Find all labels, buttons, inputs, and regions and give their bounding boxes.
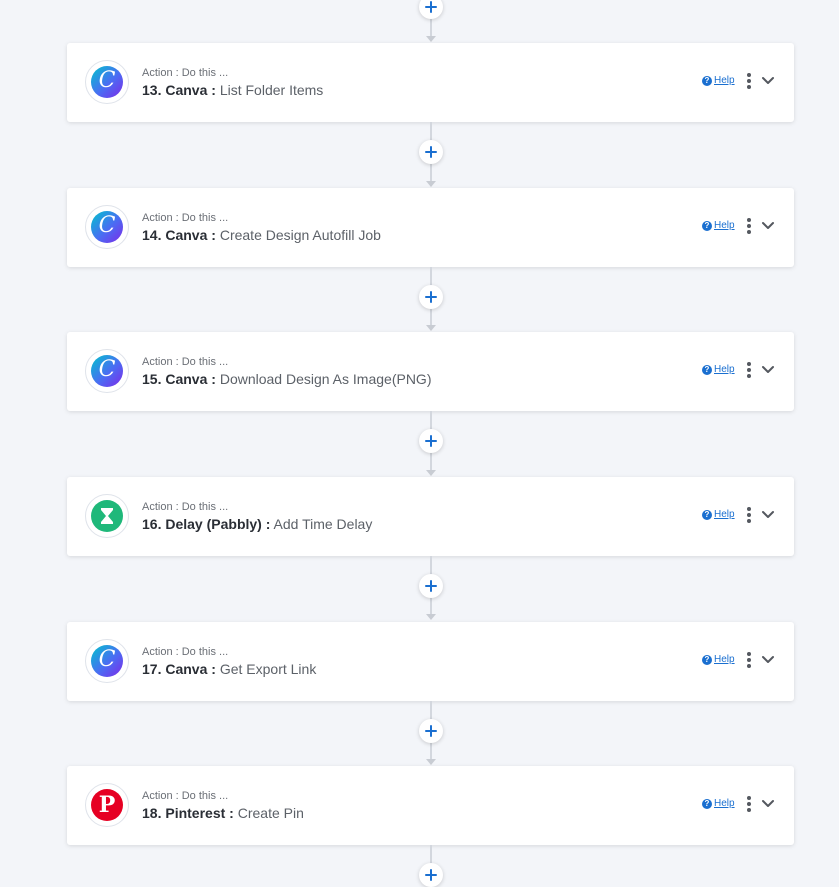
question-icon: ? (702, 220, 712, 231)
step-subtitle: Action : Do this ... (142, 501, 229, 513)
more-options-icon[interactable] (745, 507, 753, 525)
step-app-name: Canva : (165, 371, 216, 387)
step-title: 18. Pinterest : Create Pin (142, 805, 304, 821)
step-title: 14. Canva : Create Design Autofill Job (142, 227, 381, 243)
plus-icon (425, 869, 437, 881)
question-icon: ? (702, 75, 712, 86)
chevron-down-icon[interactable] (760, 362, 776, 378)
more-options-icon[interactable] (745, 218, 753, 236)
step-title: 13. Canva : List Folder Items (142, 82, 323, 98)
plus-icon (425, 291, 437, 303)
connector-arrow (426, 36, 436, 42)
pinterest-icon: P (85, 783, 129, 827)
plus-icon (425, 1, 437, 13)
help-link-label[interactable]: Help (714, 364, 735, 375)
help-link[interactable]: ? Help (702, 364, 735, 375)
step-card-13[interactable]: C Action : Do this ... 13. Canva : List … (67, 43, 794, 122)
step-card-14[interactable]: C Action : Do this ... 14. Canva : Creat… (67, 188, 794, 267)
more-options-icon[interactable] (745, 73, 753, 91)
step-app-name: Canva : (165, 227, 216, 243)
step-number: 18. (142, 805, 162, 821)
canva-icon: C (85, 205, 129, 249)
add-step-button[interactable] (419, 429, 443, 453)
chevron-down-icon[interactable] (760, 796, 776, 812)
plus-icon (425, 725, 437, 737)
canva-icon: C (85, 639, 129, 683)
step-action-name: Create Design Autofill Job (219, 227, 381, 243)
chevron-down-icon[interactable] (760, 218, 776, 234)
plus-icon (425, 435, 437, 447)
chevron-down-icon[interactable] (760, 507, 776, 523)
step-card-16[interactable]: Action : Do this ... 16. Delay (Pabbly) … (67, 477, 794, 556)
step-number: 15. (142, 371, 162, 387)
step-action-name: Get Export Link (219, 661, 317, 677)
more-options-icon[interactable] (745, 796, 753, 814)
step-title: 16. Delay (Pabbly) : Add Time Delay (142, 516, 372, 532)
step-action-name: List Folder Items (219, 82, 324, 98)
step-action-name: Download Design As Image(PNG) (219, 371, 432, 387)
step-card-17[interactable]: C Action : Do this ... 17. Canva : Get E… (67, 622, 794, 701)
more-options-icon[interactable] (745, 362, 753, 380)
step-app-name: Delay (Pabbly) : (165, 516, 271, 532)
add-step-button[interactable] (419, 574, 443, 598)
help-link-label[interactable]: Help (714, 75, 735, 86)
hourglass-glyph (101, 508, 113, 524)
question-icon: ? (702, 654, 712, 665)
question-icon: ? (702, 798, 712, 809)
step-app-name: Canva : (165, 82, 216, 98)
add-step-button[interactable] (419, 285, 443, 309)
step-number: 17. (142, 661, 162, 677)
help-link-label[interactable]: Help (714, 220, 735, 231)
step-action-name: Add Time Delay (273, 516, 373, 532)
add-step-button[interactable] (419, 0, 443, 19)
step-title: 17. Canva : Get Export Link (142, 661, 316, 677)
add-step-button[interactable] (419, 863, 443, 887)
step-number: 16. (142, 516, 162, 532)
help-link[interactable]: ? Help (702, 798, 735, 809)
question-icon: ? (702, 509, 712, 520)
help-link[interactable]: ? Help (702, 509, 735, 520)
add-step-button[interactable] (419, 140, 443, 164)
more-options-icon[interactable] (745, 652, 753, 670)
plus-icon (425, 580, 437, 592)
hourglass-icon (85, 494, 129, 538)
step-subtitle: Action : Do this ... (142, 356, 229, 368)
help-link[interactable]: ? Help (702, 75, 735, 86)
help-link-label[interactable]: Help (714, 798, 735, 809)
help-link-label[interactable]: Help (714, 509, 735, 520)
step-subtitle: Action : Do this ... (142, 790, 229, 802)
add-step-button[interactable] (419, 719, 443, 743)
step-subtitle: Action : Do this ... (142, 212, 229, 224)
step-title: 15. Canva : Download Design As Image(PNG… (142, 371, 431, 387)
help-link[interactable]: ? Help (702, 654, 735, 665)
connector-arrow (426, 759, 436, 765)
canva-icon: C (85, 349, 129, 393)
step-app-name: Canva : (165, 661, 216, 677)
step-subtitle: Action : Do this ... (142, 67, 229, 79)
step-number: 13. (142, 82, 162, 98)
step-card-15[interactable]: C Action : Do this ... 15. Canva : Downl… (67, 332, 794, 411)
step-app-name: Pinterest : (165, 805, 234, 821)
connector-arrow (426, 181, 436, 187)
question-icon: ? (702, 364, 712, 375)
help-link-label[interactable]: Help (714, 654, 735, 665)
step-action-name: Create Pin (237, 805, 304, 821)
plus-icon (425, 146, 437, 158)
step-subtitle: Action : Do this ... (142, 646, 229, 658)
step-card-18[interactable]: P Action : Do this ... 18. Pinterest : C… (67, 766, 794, 845)
connector-arrow (426, 470, 436, 476)
connector-arrow (426, 325, 436, 331)
chevron-down-icon[interactable] (760, 73, 776, 89)
chevron-down-icon[interactable] (760, 652, 776, 668)
connector-arrow (426, 614, 436, 620)
canva-icon: C (85, 60, 129, 104)
step-number: 14. (142, 227, 162, 243)
help-link[interactable]: ? Help (702, 220, 735, 231)
